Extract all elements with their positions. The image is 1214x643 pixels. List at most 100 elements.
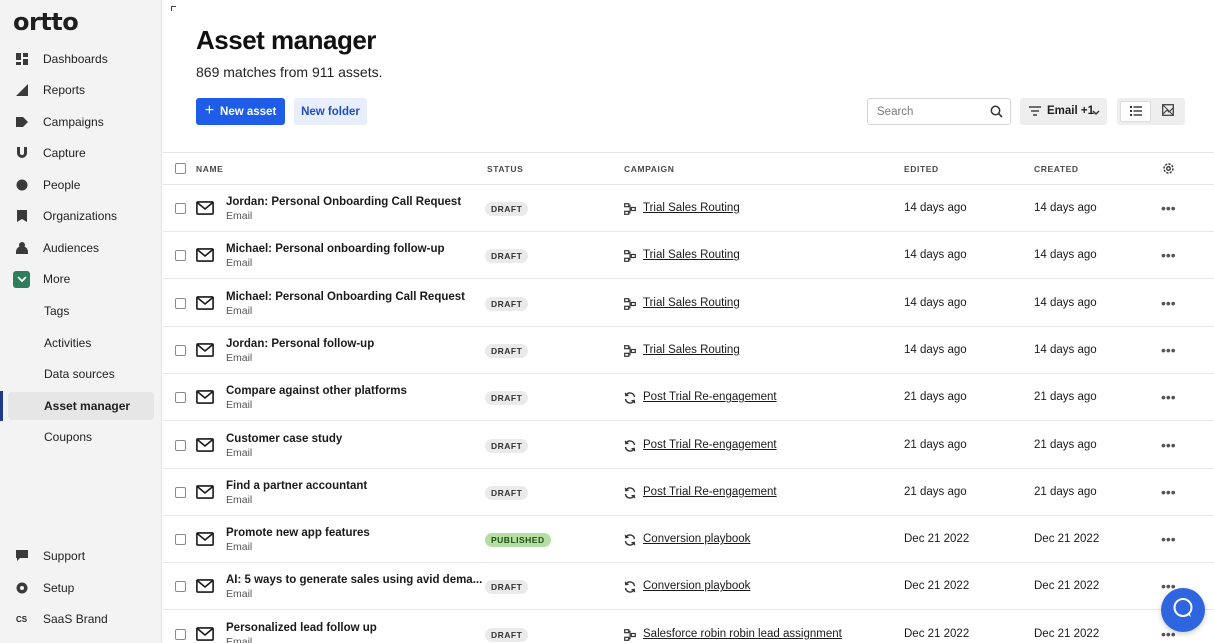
asset-name[interactable]: Jordan: Personal Onboarding Call Request (226, 196, 461, 208)
mail-icon (196, 342, 214, 362)
row-checkbox[interactable] (175, 344, 186, 356)
journey-icon (624, 202, 636, 220)
sidebar-item-brand[interactable]: CS SaaS Brand (0, 605, 162, 633)
row-checkbox[interactable] (175, 439, 186, 451)
mail-icon (196, 626, 214, 643)
column-header-created[interactable]: CREATED (1034, 164, 1079, 174)
plus-icon: + (204, 101, 215, 119)
asset-name[interactable]: Jordan: Personal follow-up (226, 338, 374, 350)
sidebar-item-audiences[interactable]: Audiences (0, 234, 162, 262)
search-icon[interactable] (990, 105, 1003, 123)
row-checkbox[interactable] (175, 534, 186, 546)
row-checkbox[interactable] (175, 297, 186, 309)
sidebar-item-support[interactable]: Support (0, 542, 162, 570)
row-checkbox[interactable] (175, 581, 186, 593)
sidebar-subitem-activities[interactable]: Activities (0, 329, 162, 357)
asset-type: Email (226, 588, 253, 601)
asset-name[interactable]: Michael: Personal onboarding follow-up (226, 243, 445, 255)
sidebar-item-more[interactable]: More (0, 265, 162, 293)
list-view-button[interactable] (1120, 101, 1151, 122)
row-checkbox[interactable] (175, 628, 186, 640)
mail-icon (196, 390, 214, 409)
asset-name[interactable]: Compare against other platforms (226, 385, 407, 397)
status-badge: DRAFT (485, 485, 529, 500)
search-input[interactable] (877, 104, 987, 120)
column-header-campaign[interactable]: CAMPAIGN (624, 164, 674, 174)
page-title: Asset manager (196, 25, 376, 55)
sidebar-item-organizations[interactable]: Organizations (0, 202, 162, 230)
campaigns-icon (16, 116, 28, 128)
ortto-logo[interactable]: ortto (13, 8, 79, 36)
sidebar-item-reports[interactable]: Reports (0, 76, 162, 104)
asset-type: Email (226, 257, 253, 270)
asset-name[interactable]: Customer case study (226, 433, 342, 445)
row-checkbox[interactable] (175, 203, 186, 214)
dashboard-icon (16, 53, 28, 65)
column-header-edited[interactable]: EDITED (904, 164, 939, 174)
sidebar-item-setup[interactable]: Setup (0, 574, 162, 602)
table-row[interactable]: Michael: Personal Onboarding Call Reques… (163, 280, 1214, 327)
campaign-link[interactable]: Post Trial Re-engagement (643, 439, 777, 451)
more-options-icon[interactable]: ••• (1161, 484, 1176, 500)
asset-name[interactable]: AI: 5 ways to generate sales using avid … (226, 574, 482, 586)
more-options-icon[interactable]: ••• (1161, 531, 1176, 547)
table-row[interactable]: Jordan: Personal Onboarding Call Request… (163, 185, 1214, 232)
list-icon (1129, 103, 1142, 121)
more-options-icon[interactable]: ••• (1161, 342, 1176, 358)
more-options-icon[interactable]: ••• (1161, 295, 1176, 311)
new-folder-button[interactable]: New folder (294, 98, 367, 125)
sidebar-subitem-data-sources[interactable]: Data sources (0, 360, 162, 388)
row-checkbox[interactable] (175, 486, 186, 498)
table-row[interactable]: Michael: Personal onboarding follow-up E… (163, 232, 1214, 280)
column-header-name[interactable]: NAME (196, 164, 223, 174)
campaign-link[interactable]: Salesforce robin robin lead assignment (643, 628, 842, 640)
sidebar-subitem-asset-manager[interactable]: Asset manager (8, 392, 154, 420)
sidebar-item-capture[interactable]: Capture (0, 139, 162, 167)
campaign-link[interactable]: Trial Sales Routing (643, 344, 740, 356)
sidebar-item-people[interactable]: People (0, 171, 162, 199)
campaign-link[interactable]: Conversion playbook (643, 533, 750, 545)
table-row[interactable]: Jordan: Personal follow-up Email DRAFT T… (163, 327, 1214, 374)
campaign-link[interactable]: Conversion playbook (643, 580, 750, 592)
more-options-icon[interactable]: ••• (1161, 200, 1176, 216)
table-row[interactable]: Customer case study Email DRAFT Post Tri… (163, 422, 1214, 469)
asset-type: Email (226, 493, 253, 506)
asset-name[interactable]: Promote new app features (226, 527, 370, 539)
gallery-view-button[interactable] (1153, 101, 1182, 122)
playbook-icon (624, 439, 636, 457)
sidebar-item-dashboards[interactable]: Dashboards (0, 45, 162, 73)
more-options-icon[interactable]: ••• (1161, 389, 1176, 405)
mail-icon (196, 484, 214, 504)
sidebar-subitem-label: Tags (44, 304, 70, 318)
table-row[interactable]: Promote new app features Email PUBLISHED… (163, 516, 1214, 564)
table-header: NAME STATUS CAMPAIGN EDITED CREATED (163, 152, 1214, 185)
edited-date: 14 days ago (904, 296, 967, 309)
table-row[interactable]: Find a partner accountant Email DRAFT Po… (163, 469, 1214, 516)
sidebar-subitem-coupons[interactable]: Coupons (0, 423, 162, 451)
table-row[interactable]: Personalized lead follow up Email DRAFT … (163, 611, 1214, 643)
campaign-link[interactable]: Post Trial Re-engagement (643, 391, 777, 403)
asset-name[interactable]: Michael: Personal Onboarding Call Reques… (226, 291, 465, 303)
table-row[interactable]: AI: 5 ways to generate sales using avid … (163, 563, 1214, 611)
row-checkbox[interactable] (175, 392, 186, 404)
campaign-link[interactable]: Trial Sales Routing (643, 202, 740, 214)
select-all-checkbox[interactable] (175, 163, 186, 174)
view-toggle (1117, 98, 1185, 125)
row-checkbox[interactable] (175, 250, 186, 262)
sidebar-subitem-tags[interactable]: Tags (0, 297, 162, 325)
campaign-link[interactable]: Post Trial Re-engagement (643, 486, 777, 498)
more-options-icon[interactable]: ••• (1161, 437, 1176, 453)
sidebar-item-campaigns[interactable]: Campaigns (0, 108, 162, 136)
campaign-link[interactable]: Trial Sales Routing (643, 249, 740, 261)
more-options-icon[interactable]: ••• (1161, 247, 1176, 263)
new-asset-button[interactable]: + New asset (196, 98, 285, 125)
asset-name[interactable]: Find a partner accountant (226, 480, 367, 492)
gear-icon[interactable] (1162, 162, 1175, 180)
campaign-link[interactable]: Trial Sales Routing (643, 297, 740, 309)
chat-button[interactable] (1161, 588, 1205, 632)
column-header-status[interactable]: STATUS (487, 164, 523, 174)
asset-name[interactable]: Personalized lead follow up (226, 622, 377, 634)
chevron-down-icon (1092, 107, 1100, 119)
filter-button[interactable]: Email +1 (1020, 98, 1107, 125)
table-row[interactable]: Compare against other platforms Email DR… (163, 374, 1214, 422)
